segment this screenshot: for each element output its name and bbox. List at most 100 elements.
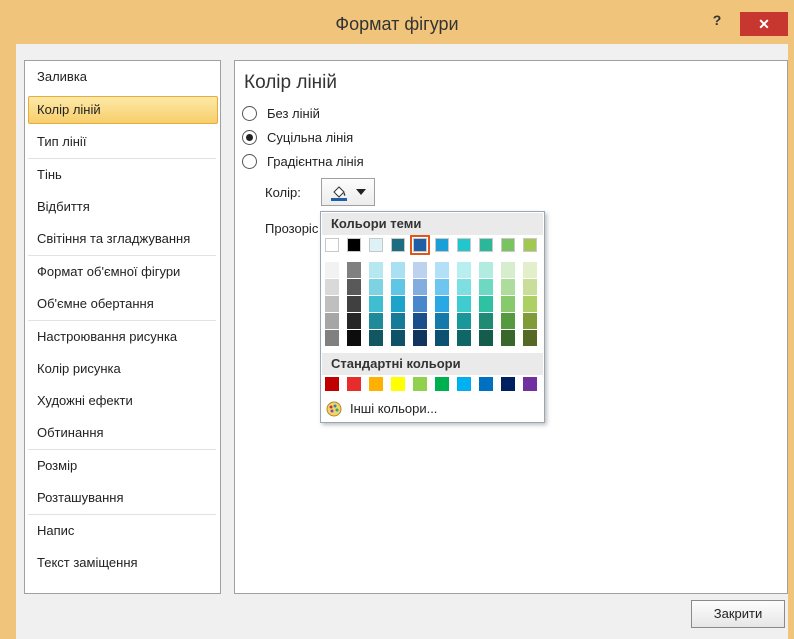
theme-shade-swatch[interactable] bbox=[501, 279, 515, 295]
theme-shade-swatch[interactable] bbox=[479, 279, 493, 295]
standard-color-swatch[interactable] bbox=[435, 377, 449, 391]
theme-color-swatch[interactable] bbox=[410, 235, 430, 255]
theme-shade-swatch[interactable] bbox=[347, 313, 361, 329]
standard-color-swatch[interactable] bbox=[501, 377, 515, 391]
radio-gradient-line[interactable]: Градієнтна лінія bbox=[242, 152, 392, 172]
nav-item[interactable]: Відбиття bbox=[28, 193, 218, 221]
theme-shade-swatch[interactable] bbox=[435, 330, 449, 346]
theme-shade-swatch[interactable] bbox=[435, 262, 449, 278]
theme-shade-swatch[interactable] bbox=[479, 262, 493, 278]
nav-item[interactable]: Напис bbox=[28, 517, 218, 545]
theme-shade-swatch[interactable] bbox=[369, 330, 383, 346]
theme-shade-swatch[interactable] bbox=[391, 262, 405, 278]
standard-color-swatch[interactable] bbox=[369, 377, 383, 391]
theme-shade-swatch[interactable] bbox=[523, 279, 537, 295]
title-bar[interactable]: Формат фігури ? ✕ bbox=[0, 0, 794, 44]
help-button[interactable]: ? bbox=[700, 12, 734, 34]
theme-shade-swatch[interactable] bbox=[457, 313, 471, 329]
theme-color-swatch[interactable] bbox=[435, 238, 449, 252]
standard-color-swatch[interactable] bbox=[523, 377, 537, 391]
radio-solid-line-circle[interactable] bbox=[242, 130, 257, 145]
nav-item[interactable]: Колір ліній bbox=[28, 96, 218, 124]
theme-shade-swatch[interactable] bbox=[369, 296, 383, 312]
theme-shade-swatch[interactable] bbox=[479, 313, 493, 329]
theme-shade-swatch[interactable] bbox=[391, 313, 405, 329]
nav-item[interactable]: Колір рисунка bbox=[28, 355, 218, 383]
theme-shade-swatch[interactable] bbox=[413, 296, 427, 312]
theme-shade-swatch[interactable] bbox=[391, 330, 405, 346]
nav-item[interactable]: Обтинання bbox=[28, 419, 218, 447]
theme-shade-swatch[interactable] bbox=[523, 313, 537, 329]
radio-solid-line[interactable]: Суцільна лінія bbox=[242, 128, 382, 148]
theme-shade-swatch[interactable] bbox=[413, 279, 427, 295]
nav-item[interactable]: Розташування bbox=[28, 484, 218, 512]
standard-color-swatch[interactable] bbox=[325, 377, 339, 391]
theme-shade-swatch[interactable] bbox=[347, 262, 361, 278]
theme-color-swatch[interactable] bbox=[479, 238, 493, 252]
theme-color-swatch[interactable] bbox=[325, 238, 339, 252]
paint-bucket-icon bbox=[331, 186, 347, 201]
theme-color-swatch[interactable] bbox=[457, 238, 471, 252]
theme-shade-swatch[interactable] bbox=[457, 296, 471, 312]
theme-shade-swatch[interactable] bbox=[369, 313, 383, 329]
standard-color-swatch[interactable] bbox=[391, 377, 405, 391]
theme-shade-swatch[interactable] bbox=[523, 296, 537, 312]
standard-color-swatch[interactable] bbox=[413, 377, 427, 391]
radio-no-line[interactable]: Без ліній bbox=[242, 104, 362, 124]
theme-color-swatch[interactable] bbox=[347, 238, 361, 252]
close-window-button[interactable]: ✕ bbox=[740, 12, 788, 36]
theme-color-swatch[interactable] bbox=[501, 238, 515, 252]
theme-shade-swatch[interactable] bbox=[325, 313, 339, 329]
color-picker-button[interactable] bbox=[321, 178, 375, 206]
nav-item[interactable]: Розмір bbox=[28, 452, 218, 480]
theme-shade-swatch[interactable] bbox=[413, 313, 427, 329]
theme-shade-swatch[interactable] bbox=[457, 330, 471, 346]
radio-gradient-line-label: Градієнтна лінія bbox=[267, 154, 364, 169]
theme-shade-swatch[interactable] bbox=[391, 279, 405, 295]
theme-shade-swatch[interactable] bbox=[325, 296, 339, 312]
nav-item[interactable]: Текст заміщення bbox=[28, 549, 218, 577]
theme-shade-swatch[interactable] bbox=[523, 262, 537, 278]
theme-shade-swatch[interactable] bbox=[457, 279, 471, 295]
theme-color-swatch[interactable] bbox=[369, 238, 383, 252]
nav-item[interactable]: Настроювання рисунка bbox=[28, 323, 218, 351]
nav-item[interactable]: Заливка bbox=[28, 63, 218, 91]
nav-item[interactable]: Художні ефекти bbox=[28, 387, 218, 415]
theme-shade-swatch[interactable] bbox=[347, 296, 361, 312]
theme-shade-swatch[interactable] bbox=[369, 279, 383, 295]
more-colors-label: Інші кольори... bbox=[350, 401, 438, 416]
theme-shade-swatch[interactable] bbox=[523, 330, 537, 346]
theme-color-swatch[interactable] bbox=[391, 238, 405, 252]
nav-item[interactable]: Об'ємне обертання bbox=[28, 290, 218, 318]
theme-shade-swatch[interactable] bbox=[479, 330, 493, 346]
theme-shade-swatch[interactable] bbox=[457, 262, 471, 278]
radio-no-line-circle[interactable] bbox=[242, 106, 257, 121]
theme-shade-swatch[interactable] bbox=[325, 330, 339, 346]
nav-item[interactable]: Тінь bbox=[28, 161, 218, 189]
theme-shade-swatch[interactable] bbox=[435, 279, 449, 295]
theme-shade-swatch[interactable] bbox=[435, 296, 449, 312]
close-button[interactable]: Закрити bbox=[691, 600, 785, 628]
theme-shade-swatch[interactable] bbox=[501, 296, 515, 312]
theme-shade-swatch[interactable] bbox=[347, 330, 361, 346]
theme-shade-swatch[interactable] bbox=[479, 296, 493, 312]
theme-shade-swatch[interactable] bbox=[325, 279, 339, 295]
theme-shade-swatch[interactable] bbox=[501, 313, 515, 329]
nav-item[interactable]: Тип лінії bbox=[28, 128, 218, 156]
theme-shade-swatch[interactable] bbox=[501, 262, 515, 278]
standard-color-swatch[interactable] bbox=[347, 377, 361, 391]
theme-shade-swatch[interactable] bbox=[501, 330, 515, 346]
radio-gradient-line-circle[interactable] bbox=[242, 154, 257, 169]
theme-shade-swatch[interactable] bbox=[435, 313, 449, 329]
standard-color-swatch[interactable] bbox=[457, 377, 471, 391]
standard-color-swatch[interactable] bbox=[479, 377, 493, 391]
theme-shade-swatch[interactable] bbox=[413, 262, 427, 278]
nav-item[interactable]: Світіння та згладжування bbox=[28, 225, 218, 253]
theme-shade-swatch[interactable] bbox=[369, 262, 383, 278]
theme-shade-swatch[interactable] bbox=[325, 262, 339, 278]
theme-shade-swatch[interactable] bbox=[391, 296, 405, 312]
theme-shade-swatch[interactable] bbox=[413, 330, 427, 346]
theme-color-swatch[interactable] bbox=[523, 238, 537, 252]
nav-item[interactable]: Формат об'ємної фігури bbox=[28, 258, 218, 286]
theme-shade-swatch[interactable] bbox=[347, 279, 361, 295]
